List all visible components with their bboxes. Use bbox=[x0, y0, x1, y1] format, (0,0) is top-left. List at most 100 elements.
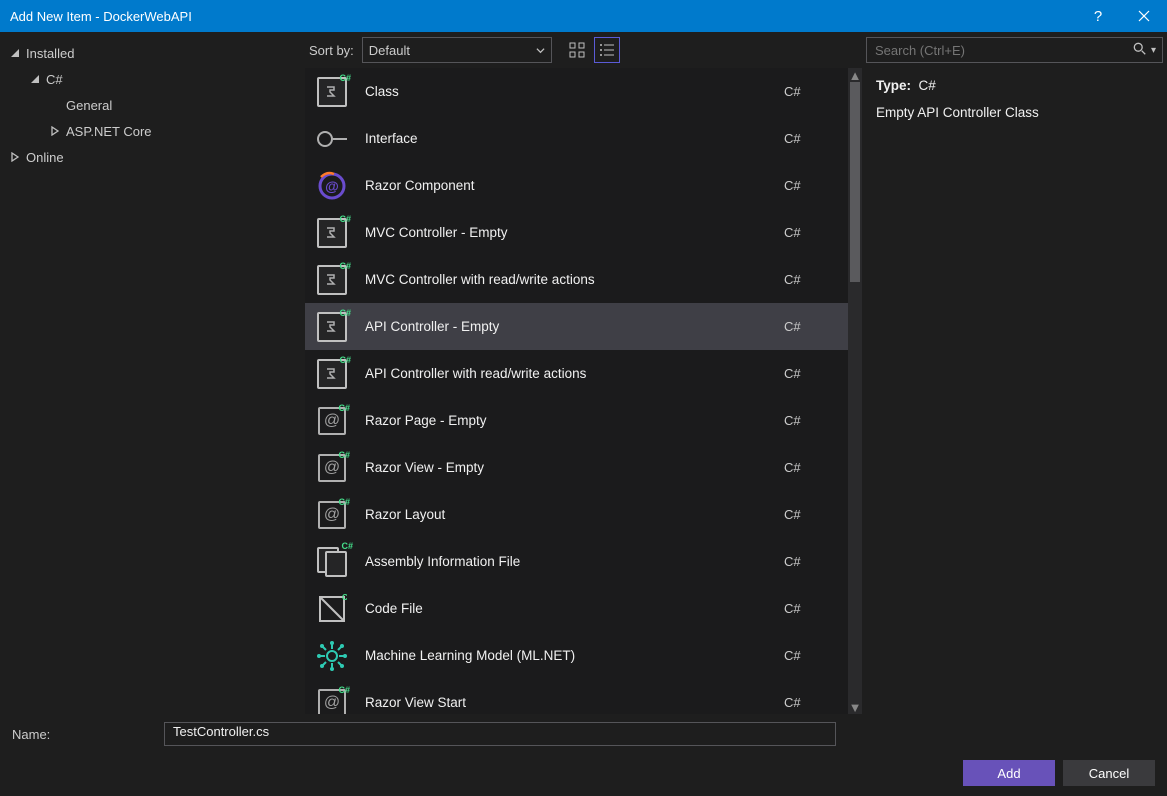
template-item-name: API Controller - Empty bbox=[365, 319, 768, 334]
chevron-down-icon bbox=[30, 74, 40, 84]
template-item[interactable]: MVC Controller with read/write actionsC# bbox=[305, 256, 848, 303]
template-item-name: Razor Component bbox=[365, 178, 768, 193]
chevron-right-icon bbox=[50, 126, 60, 136]
type-label: Type: bbox=[876, 78, 911, 93]
template-item-language: C# bbox=[784, 178, 824, 193]
template-item-language: C# bbox=[784, 601, 824, 616]
ml-model-icon bbox=[315, 639, 349, 673]
template-item[interactable]: Interface C# bbox=[305, 115, 848, 162]
template-details: Type: C# Empty API Controller Class bbox=[862, 68, 1167, 130]
template-item-name: Razor View Start bbox=[365, 695, 768, 710]
cancel-button[interactable]: Cancel bbox=[1063, 760, 1155, 786]
name-line: Name: bbox=[12, 722, 1155, 746]
scrollbar-thumb[interactable] bbox=[850, 82, 860, 282]
template-item[interactable]: Assembly Information File C# bbox=[305, 538, 848, 585]
vertical-scrollbar[interactable]: ▲ ▼ bbox=[848, 68, 862, 714]
csharp-class-icon bbox=[315, 216, 349, 250]
template-item[interactable]: API Controller - Empty C# bbox=[305, 303, 848, 350]
tree-item-c-[interactable]: C# bbox=[4, 66, 305, 92]
name-input[interactable] bbox=[171, 723, 829, 740]
template-item[interactable]: Razor View - EmptyC# bbox=[305, 444, 848, 491]
scroll-down-arrow-icon[interactable]: ▼ bbox=[848, 700, 862, 714]
template-item[interactable]: MVC Controller - Empty C# bbox=[305, 209, 848, 256]
template-item[interactable]: Razor Page - Empty C# bbox=[305, 397, 848, 444]
template-toolbar: Sort by: Default bbox=[305, 32, 862, 68]
template-item[interactable]: Razor View StartC# bbox=[305, 679, 848, 714]
sort-by-combo[interactable]: Default bbox=[362, 37, 552, 63]
template-item-language: C# bbox=[784, 554, 824, 569]
template-item[interactable]: @ Razor Component C# bbox=[305, 162, 848, 209]
template-item-name: Razor View - Empty bbox=[365, 460, 768, 475]
template-item-language: C# bbox=[784, 413, 824, 428]
template-item-name: MVC Controller with read/write actions bbox=[365, 272, 768, 287]
view-toggle-group bbox=[564, 37, 620, 63]
search-wrap: ▾ bbox=[862, 32, 1167, 68]
assembly-info-icon bbox=[315, 545, 349, 579]
dialog-footer: Name: Add Cancel bbox=[0, 714, 1167, 796]
template-list[interactable]: ClassC#InterfaceC#@Razor ComponentC#MVC … bbox=[305, 68, 848, 714]
template-list-wrap: ClassC#InterfaceC#@Razor ComponentC#MVC … bbox=[305, 68, 862, 714]
name-input-wrap[interactable] bbox=[164, 722, 836, 746]
svg-text:@: @ bbox=[325, 178, 339, 194]
type-value: C# bbox=[919, 78, 936, 93]
close-icon bbox=[1138, 10, 1150, 22]
window-title: Add New Item - DockerWebAPI bbox=[10, 9, 192, 24]
add-button[interactable]: Add bbox=[963, 760, 1055, 786]
chevron-right-icon bbox=[10, 152, 20, 162]
template-item-language: C# bbox=[784, 225, 824, 240]
template-item-name: Machine Learning Model (ML.NET) bbox=[365, 648, 768, 663]
template-item[interactable]: Machine Learning Model (ML.NET)C# bbox=[305, 632, 848, 679]
template-item-name: Razor Layout bbox=[365, 507, 768, 522]
title-bar: Add New Item - DockerWebAPI ? bbox=[0, 0, 1167, 32]
tree-indent-spacer bbox=[50, 100, 60, 110]
razor-page-icon bbox=[315, 451, 349, 485]
template-item[interactable]: Class C# bbox=[305, 68, 848, 115]
tree-item-label: C# bbox=[46, 72, 63, 87]
interface-icon bbox=[315, 122, 349, 156]
template-description: Empty API Controller Class bbox=[876, 105, 1153, 120]
chevron-down-icon[interactable]: ▾ bbox=[1151, 45, 1156, 56]
tree-item-label: Online bbox=[26, 150, 64, 165]
view-medium-icons-button[interactable] bbox=[564, 37, 590, 63]
template-item[interactable]: Razor Layout C# bbox=[305, 491, 848, 538]
close-button[interactable] bbox=[1121, 0, 1167, 32]
template-item[interactable]: API Controller with read/write actions C# bbox=[305, 350, 848, 397]
template-item-name: API Controller with read/write actions bbox=[365, 366, 768, 381]
tree-item-installed[interactable]: Installed bbox=[4, 40, 305, 66]
razor-page-icon bbox=[315, 498, 349, 532]
sort-by-value: Default bbox=[369, 43, 410, 58]
dialog-body: InstalledC#GeneralASP.NET CoreOnline Sor… bbox=[0, 32, 1167, 714]
template-item-name: Razor Page - Empty bbox=[365, 413, 768, 428]
window-buttons: ? bbox=[1075, 0, 1167, 32]
category-tree: Installed C#General ASP.NET CoreOnline bbox=[0, 32, 305, 714]
grid-icon bbox=[569, 42, 585, 58]
template-item-language: C# bbox=[784, 507, 824, 522]
template-item-language: C# bbox=[784, 131, 824, 146]
template-item[interactable]: C#Code FileC# bbox=[305, 585, 848, 632]
search-input[interactable] bbox=[873, 42, 1133, 59]
scroll-up-arrow-icon[interactable]: ▲ bbox=[848, 68, 862, 82]
template-item-language: C# bbox=[784, 84, 824, 99]
help-button[interactable]: ? bbox=[1075, 0, 1121, 32]
tree-item-asp-net-core[interactable]: ASP.NET Core bbox=[4, 118, 305, 144]
template-item-name: MVC Controller - Empty bbox=[365, 225, 768, 240]
type-line: Type: C# bbox=[876, 78, 1153, 93]
search-icon[interactable] bbox=[1133, 42, 1147, 59]
search-box[interactable]: ▾ bbox=[866, 37, 1163, 63]
tree-item-general[interactable]: General bbox=[4, 92, 305, 118]
template-item-language: C# bbox=[784, 319, 824, 334]
tree-item-label: Installed bbox=[26, 46, 74, 61]
view-small-icons-button[interactable] bbox=[594, 37, 620, 63]
tree-item-label: General bbox=[66, 98, 112, 113]
razor-component-icon: @ bbox=[315, 169, 349, 203]
tree-item-online[interactable]: Online bbox=[4, 144, 305, 170]
template-item-name: Interface bbox=[365, 131, 768, 146]
csharp-class-icon bbox=[315, 75, 349, 109]
template-item-name: Assembly Information File bbox=[365, 554, 768, 569]
csharp-class-icon bbox=[315, 357, 349, 391]
template-item-name: Code File bbox=[365, 601, 768, 616]
tree-item-label: ASP.NET Core bbox=[66, 124, 152, 139]
template-item-name: Class bbox=[365, 84, 768, 99]
template-item-language: C# bbox=[784, 366, 824, 381]
razor-page-icon bbox=[315, 404, 349, 438]
